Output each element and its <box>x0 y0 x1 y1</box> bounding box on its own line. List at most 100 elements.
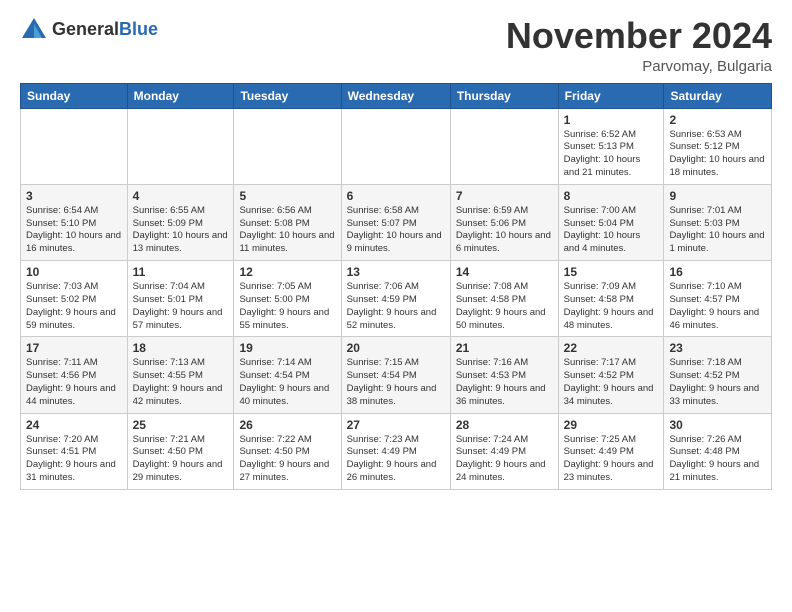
col-sunday: Sunday <box>21 83 128 108</box>
table-row: 19 Sunrise: 7:14 AM Sunset: 4:54 PM Dayli… <box>234 337 341 413</box>
day-number: 24 <box>26 418 122 432</box>
logo-text-blue: Blue <box>119 19 158 39</box>
table-row <box>234 108 341 184</box>
day-info: Sunrise: 6:52 AM Sunset: 5:13 PM Dayligh… <box>564 129 659 180</box>
col-saturday: Saturday <box>664 83 772 108</box>
day-info: Sunrise: 7:21 AM Sunset: 4:50 PM Dayligh… <box>133 434 229 485</box>
day-info: Sunrise: 7:22 AM Sunset: 4:50 PM Dayligh… <box>239 434 335 485</box>
day-info: Sunrise: 7:06 AM Sunset: 4:59 PM Dayligh… <box>347 281 445 332</box>
calendar-week-row: 10Sunrise: 7:03 AM Sunset: 5:02 PM Dayli… <box>21 261 772 337</box>
day-number: 7 <box>456 189 553 203</box>
day-info: Sunrise: 6:59 AM Sunset: 5:06 PM Dayligh… <box>456 205 553 256</box>
day-number: 28 <box>456 418 553 432</box>
day-number: 23 <box>669 341 766 355</box>
table-row: 17 Sunrise: 7:11 AM Sunset: 4:56 PM Dayli… <box>21 337 128 413</box>
day-number: 30 <box>669 418 766 432</box>
day-number: 2 <box>669 113 766 127</box>
col-monday: Monday <box>127 83 234 108</box>
day-info: Sunrise: 6:56 AM Sunset: 5:08 PM Dayligh… <box>239 205 335 256</box>
table-row: 11 Sunrise: 7:04 AM Sunset: 5:01 PM Dayli… <box>127 261 234 337</box>
table-row: 16 Sunrise: 7:10 AM Sunset: 4:57 PM Dayli… <box>664 261 772 337</box>
subtitle: Parvomay, Bulgaria <box>506 58 772 75</box>
day-number: 18 <box>133 341 229 355</box>
day-number: 22 <box>564 341 659 355</box>
calendar-week-row: 1Sunrise: 6:52 AM Sunset: 5:13 PM Daylig… <box>21 108 772 184</box>
table-row: 7 Sunrise: 6:59 AM Sunset: 5:06 PM Daylig… <box>450 184 558 260</box>
day-info: Sunrise: 7:18 AM Sunset: 4:52 PM Dayligh… <box>669 357 766 408</box>
table-row: 1Sunrise: 6:52 AM Sunset: 5:13 PM Daylig… <box>558 108 664 184</box>
page: GeneralBlue November 2024 Parvomay, Bulg… <box>0 0 792 612</box>
col-tuesday: Tuesday <box>234 83 341 108</box>
table-row: 24 Sunrise: 7:20 AM Sunset: 4:51 PM Dayli… <box>21 413 128 489</box>
table-row <box>341 108 450 184</box>
table-row: 27 Sunrise: 7:23 AM Sunset: 4:49 PM Dayli… <box>341 413 450 489</box>
table-row: 5 Sunrise: 6:56 AM Sunset: 5:08 PM Daylig… <box>234 184 341 260</box>
calendar-header-row: Sunday Monday Tuesday Wednesday Thursday… <box>21 83 772 108</box>
table-row: 23 Sunrise: 7:18 AM Sunset: 4:52 PM Dayli… <box>664 337 772 413</box>
day-number: 15 <box>564 265 659 279</box>
day-number: 6 <box>347 189 445 203</box>
header: GeneralBlue November 2024 Parvomay, Bulg… <box>20 16 772 75</box>
day-number: 17 <box>26 341 122 355</box>
day-info: Sunrise: 7:11 AM Sunset: 4:56 PM Dayligh… <box>26 357 122 408</box>
day-number: 12 <box>239 265 335 279</box>
table-row: 21 Sunrise: 7:16 AM Sunset: 4:53 PM Dayli… <box>450 337 558 413</box>
day-number: 3 <box>26 189 122 203</box>
table-row: 2 Sunrise: 6:53 AM Sunset: 5:12 PM Daylig… <box>664 108 772 184</box>
day-number: 21 <box>456 341 553 355</box>
table-row: 8Sunrise: 7:00 AM Sunset: 5:04 PM Daylig… <box>558 184 664 260</box>
table-row: 15 Sunrise: 7:09 AM Sunset: 4:58 PM Dayli… <box>558 261 664 337</box>
col-thursday: Thursday <box>450 83 558 108</box>
day-info: Sunrise: 7:16 AM Sunset: 4:53 PM Dayligh… <box>456 357 553 408</box>
day-info: Sunrise: 7:20 AM Sunset: 4:51 PM Dayligh… <box>26 434 122 485</box>
table-row: 14 Sunrise: 7:08 AM Sunset: 4:58 PM Dayli… <box>450 261 558 337</box>
day-info: Sunrise: 7:15 AM Sunset: 4:54 PM Dayligh… <box>347 357 445 408</box>
day-info: Sunrise: 7:14 AM Sunset: 4:54 PM Dayligh… <box>239 357 335 408</box>
calendar-week-row: 17 Sunrise: 7:11 AM Sunset: 4:56 PM Dayli… <box>21 337 772 413</box>
day-number: 27 <box>347 418 445 432</box>
day-number: 16 <box>669 265 766 279</box>
day-number: 10 <box>26 265 122 279</box>
day-info: Sunrise: 6:53 AM Sunset: 5:12 PM Dayligh… <box>669 129 766 180</box>
day-info: Sunrise: 7:23 AM Sunset: 4:49 PM Dayligh… <box>347 434 445 485</box>
table-row: 29Sunrise: 7:25 AM Sunset: 4:49 PM Dayli… <box>558 413 664 489</box>
day-info: Sunrise: 6:54 AM Sunset: 5:10 PM Dayligh… <box>26 205 122 256</box>
day-info: Sunrise: 7:04 AM Sunset: 5:01 PM Dayligh… <box>133 281 229 332</box>
table-row: 13 Sunrise: 7:06 AM Sunset: 4:59 PM Dayli… <box>341 261 450 337</box>
day-info: Sunrise: 7:24 AM Sunset: 4:49 PM Dayligh… <box>456 434 553 485</box>
day-info: Sunrise: 7:08 AM Sunset: 4:58 PM Dayligh… <box>456 281 553 332</box>
day-number: 20 <box>347 341 445 355</box>
title-area: November 2024 Parvomay, Bulgaria <box>506 16 772 75</box>
logo-area: GeneralBlue <box>20 16 158 44</box>
day-number: 25 <box>133 418 229 432</box>
day-number: 11 <box>133 265 229 279</box>
table-row: 20 Sunrise: 7:15 AM Sunset: 4:54 PM Dayli… <box>341 337 450 413</box>
day-info: Sunrise: 6:55 AM Sunset: 5:09 PM Dayligh… <box>133 205 229 256</box>
day-info: Sunrise: 7:10 AM Sunset: 4:57 PM Dayligh… <box>669 281 766 332</box>
day-info: Sunrise: 7:05 AM Sunset: 5:00 PM Dayligh… <box>239 281 335 332</box>
day-number: 29 <box>564 418 659 432</box>
day-info: Sunrise: 7:26 AM Sunset: 4:48 PM Dayligh… <box>669 434 766 485</box>
logo-icon <box>20 16 48 44</box>
day-number: 9 <box>669 189 766 203</box>
day-info: Sunrise: 7:01 AM Sunset: 5:03 PM Dayligh… <box>669 205 766 256</box>
table-row: 6 Sunrise: 6:58 AM Sunset: 5:07 PM Daylig… <box>341 184 450 260</box>
day-info: Sunrise: 7:09 AM Sunset: 4:58 PM Dayligh… <box>564 281 659 332</box>
table-row: 4Sunrise: 6:55 AM Sunset: 5:09 PM Daylig… <box>127 184 234 260</box>
calendar-week-row: 24 Sunrise: 7:20 AM Sunset: 4:51 PM Dayli… <box>21 413 772 489</box>
day-info: Sunrise: 7:13 AM Sunset: 4:55 PM Dayligh… <box>133 357 229 408</box>
day-number: 13 <box>347 265 445 279</box>
day-number: 5 <box>239 189 335 203</box>
day-info: Sunrise: 6:58 AM Sunset: 5:07 PM Dayligh… <box>347 205 445 256</box>
day-number: 19 <box>239 341 335 355</box>
day-number: 26 <box>239 418 335 432</box>
table-row: 10Sunrise: 7:03 AM Sunset: 5:02 PM Dayli… <box>21 261 128 337</box>
col-wednesday: Wednesday <box>341 83 450 108</box>
day-number: 14 <box>456 265 553 279</box>
logo: GeneralBlue <box>20 16 158 44</box>
logo-text-general: General <box>52 19 119 39</box>
col-friday: Friday <box>558 83 664 108</box>
table-row: 12 Sunrise: 7:05 AM Sunset: 5:00 PM Dayli… <box>234 261 341 337</box>
table-row <box>21 108 128 184</box>
table-row: 26 Sunrise: 7:22 AM Sunset: 4:50 PM Dayli… <box>234 413 341 489</box>
